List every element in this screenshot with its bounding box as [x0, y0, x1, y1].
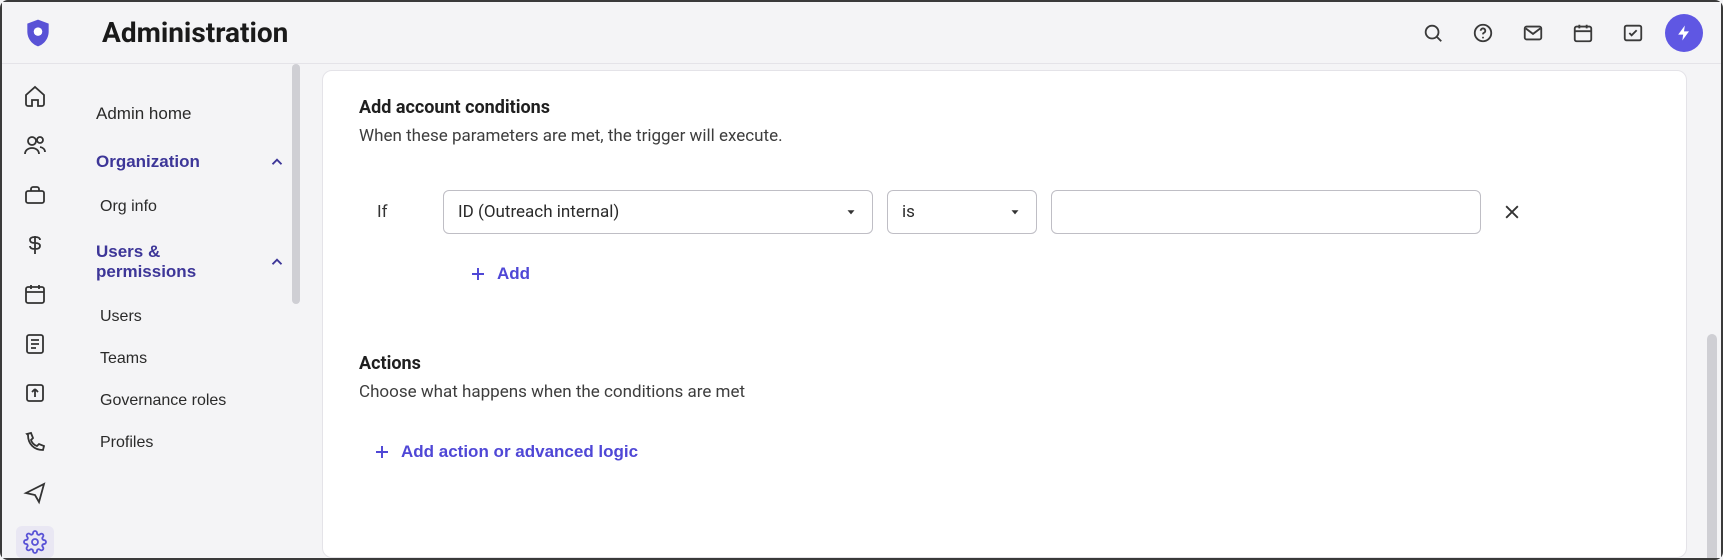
- close-icon: [1502, 202, 1522, 222]
- main-scrollbar[interactable]: [1707, 334, 1717, 558]
- app-header: Administration: [2, 2, 1721, 64]
- condition-operator-select[interactable]: is: [887, 190, 1037, 234]
- rail-upload-icon[interactable]: [16, 378, 54, 410]
- sidebar-item-label: Admin home: [96, 104, 191, 124]
- sidebar: Admin home Organization Org info Users &…: [68, 64, 302, 558]
- add-action-label: Add action or advanced logic: [401, 442, 638, 462]
- calendar-icon[interactable]: [1565, 15, 1601, 51]
- rail-dollar-icon[interactable]: [16, 229, 54, 261]
- condition-operator-value: is: [902, 202, 915, 222]
- sidebar-item-profiles[interactable]: Profiles: [96, 422, 292, 464]
- app-logo-icon: [22, 17, 54, 49]
- sidebar-item-admin-home[interactable]: Admin home: [96, 90, 292, 138]
- sidebar-item-teams[interactable]: Teams: [96, 338, 292, 380]
- sidebar-item-users-permissions[interactable]: Users & permissions: [96, 228, 292, 296]
- search-icon[interactable]: [1415, 15, 1451, 51]
- sidebar-item-org-info[interactable]: Org info: [96, 186, 292, 228]
- add-condition-button[interactable]: Add: [359, 262, 530, 286]
- sidebar-item-users[interactable]: Users: [96, 296, 292, 338]
- icon-rail: [2, 64, 68, 558]
- sidebar-item-label: Organization: [96, 152, 200, 172]
- avatar[interactable]: [1665, 14, 1703, 52]
- rail-report-icon[interactable]: [16, 328, 54, 360]
- actions-heading: Actions: [359, 353, 1650, 374]
- trigger-card: Add account conditions When these parame…: [322, 70, 1687, 558]
- tasks-icon[interactable]: [1615, 15, 1651, 51]
- add-condition-label: Add: [497, 264, 530, 284]
- rail-briefcase-icon[interactable]: [16, 179, 54, 211]
- sidebar-item-label: Users & permissions: [96, 242, 246, 282]
- chevron-up-icon: [268, 153, 286, 171]
- rail-people-icon[interactable]: [16, 130, 54, 162]
- remove-condition-button[interactable]: [1495, 195, 1529, 229]
- rail-calendar-icon[interactable]: [16, 278, 54, 310]
- sidebar-item-label: Users: [100, 308, 142, 326]
- plus-icon: [373, 443, 391, 461]
- main-content: Add account conditions When these parame…: [302, 64, 1721, 558]
- sidebar-item-organization[interactable]: Organization: [96, 138, 292, 186]
- sidebar-item-label: Teams: [100, 350, 147, 368]
- header-actions: [1415, 14, 1703, 52]
- sidebar-scrollbar[interactable]: [292, 64, 300, 304]
- mail-icon[interactable]: [1515, 15, 1551, 51]
- condition-value-input[interactable]: [1051, 190, 1481, 234]
- rail-settings-icon[interactable]: [16, 526, 54, 558]
- add-action-button[interactable]: Add action or advanced logic: [359, 442, 638, 462]
- sidebar-item-label: Org info: [100, 198, 157, 216]
- conditions-subheading: When these parameters are met, the trigg…: [359, 126, 1650, 146]
- condition-field-value: ID (Outreach internal): [458, 202, 619, 222]
- page-title: Administration: [102, 16, 1415, 49]
- rail-phone-icon[interactable]: [16, 427, 54, 459]
- help-icon[interactable]: [1465, 15, 1501, 51]
- condition-field-select[interactable]: ID (Outreach internal): [443, 190, 873, 234]
- sidebar-item-governance-roles[interactable]: Governance roles: [96, 380, 292, 422]
- conditions-heading: Add account conditions: [359, 97, 1650, 118]
- chevron-up-icon: [268, 253, 286, 271]
- rail-send-icon[interactable]: [16, 477, 54, 509]
- sidebar-item-label: Profiles: [100, 434, 153, 452]
- sidebar-item-label: Governance roles: [100, 392, 226, 410]
- caret-down-icon: [844, 205, 858, 219]
- rail-home-icon[interactable]: [16, 80, 54, 112]
- actions-subheading: Choose what happens when the conditions …: [359, 382, 1650, 402]
- condition-row: If ID (Outreach internal) is: [359, 190, 1650, 234]
- caret-down-icon: [1008, 205, 1022, 219]
- plus-icon: [469, 265, 487, 283]
- condition-if-label: If: [359, 202, 429, 222]
